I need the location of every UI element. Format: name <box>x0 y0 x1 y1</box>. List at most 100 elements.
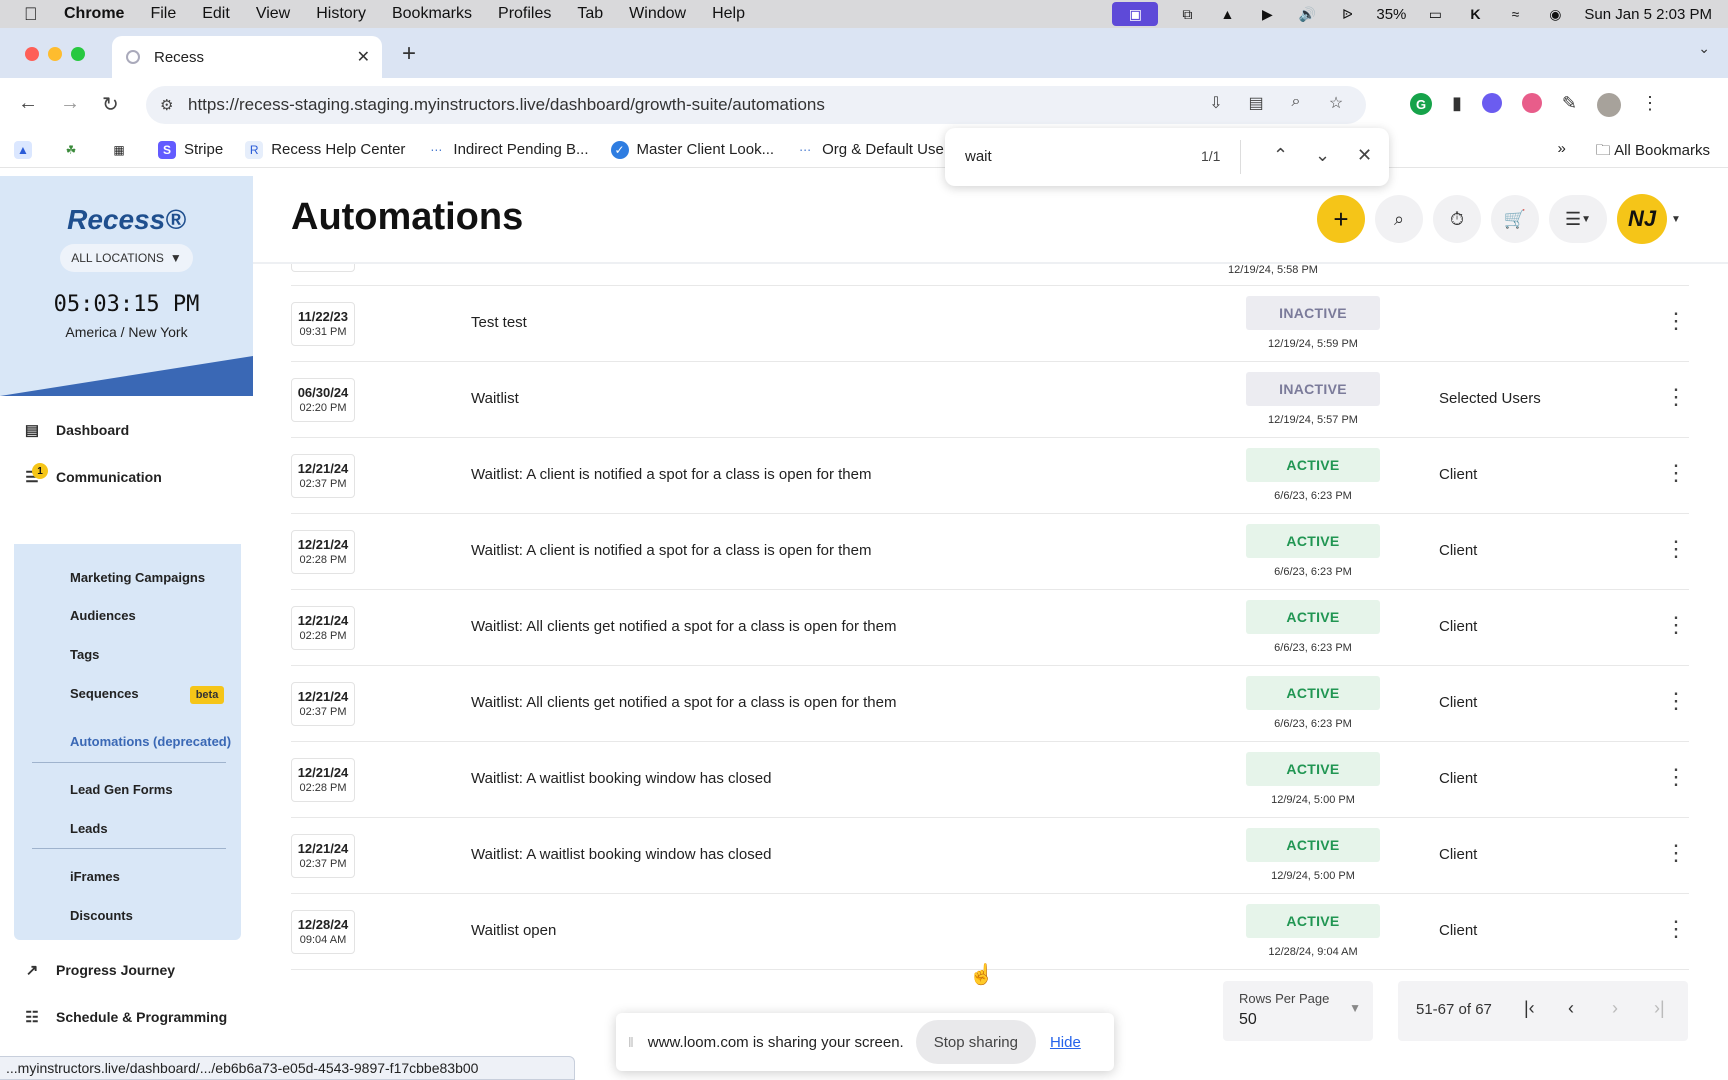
nav-growth-suite[interactable]: ➤ Growth Suite <box>24 515 145 535</box>
row-menu-icon[interactable]: ⋮ <box>1665 918 1687 940</box>
locations-dropdown[interactable]: ALL LOCATIONS ▼ <box>60 244 193 272</box>
bookmark-apps[interactable]: ▦ <box>110 141 136 159</box>
add-automation-button[interactable]: + <box>1317 195 1365 243</box>
menu-tab[interactable]: Tab <box>577 5 603 23</box>
more-bookmarks-icon[interactable]: » <box>1557 140 1565 165</box>
k-app-icon[interactable]: K <box>1464 5 1486 23</box>
battery-icon[interactable]: ▭ <box>1424 5 1446 23</box>
bookmark-palm[interactable]: ☘ <box>62 141 88 159</box>
sub-audiences[interactable]: Audiences <box>70 608 136 623</box>
forward-icon[interactable]: → <box>60 92 80 115</box>
address-bar[interactable]: ⚙ https://recess-staging.staging.myinstr… <box>146 86 1366 124</box>
play-icon[interactable]: ▶ <box>1256 5 1278 23</box>
table-row[interactable]: 12/21/24 02:37 PM Waitlist: All clients g… <box>291 666 1689 742</box>
table-row[interactable]: 12/21/24 02:37 PM Waitlist: A client is n… <box>291 438 1689 514</box>
recess-logo[interactable]: Recess® <box>0 204 253 236</box>
bookmark-ext-icon[interactable]: ▮ <box>1452 93 1462 117</box>
menu-edit[interactable]: Edit <box>202 5 230 23</box>
table-row[interactable]: 12/21/24 02:37 PM Waitlist: A waitlist bo… <box>291 818 1689 894</box>
automation-name[interactable]: Waitlist: All clients get notified a spo… <box>471 694 896 711</box>
bookmark-rocket[interactable]: ▲ <box>14 140 40 159</box>
table-row[interactable]: 12/28/24 09:04 AM Waitlist open ACTIVE 12… <box>291 894 1689 970</box>
close-tab-icon[interactable]: ✕ <box>357 47 370 67</box>
sub-tags[interactable]: Tags <box>70 647 99 662</box>
cart-button[interactable]: 🛒 <box>1491 195 1539 243</box>
wifi-icon[interactable]: ≈ <box>1504 5 1526 23</box>
row-menu-icon[interactable]: ⋮ <box>1665 538 1687 560</box>
close-window-icon[interactable] <box>25 47 39 61</box>
bookmark-stripe[interactable]: S Stripe <box>158 140 223 159</box>
timer-button[interactable]: ⏱ <box>1433 195 1481 243</box>
sub-lead-gen-forms[interactable]: Lead Gen Forms <box>70 782 173 797</box>
automation-name[interactable]: Test test <box>471 314 527 331</box>
user-avatar[interactable]: NJ <box>1617 194 1667 244</box>
row-menu-icon[interactable]: ⋮ <box>1665 766 1687 788</box>
install-app-icon[interactable]: ⇩ <box>1204 93 1228 113</box>
find-input[interactable]: wait <box>965 148 992 165</box>
bookmark-master-client[interactable]: ✓ Master Client Look... <box>610 140 774 159</box>
sub-discounts[interactable]: Discounts <box>70 908 133 923</box>
rows-per-page-select[interactable]: Rows Per Page 50 ▼ <box>1223 981 1373 1041</box>
menu-help[interactable]: Help <box>712 5 745 23</box>
site-info-icon[interactable]: ⚙ <box>160 96 173 114</box>
control-center-icon[interactable]: ◉ <box>1544 5 1566 23</box>
nav-communication[interactable]: ☰ 1 Communication <box>22 463 162 487</box>
windows-icon[interactable]: ⧉ <box>1176 5 1198 23</box>
purple-ext-icon[interactable] <box>1481 93 1502 113</box>
automation-name[interactable]: Waitlist: A waitlist booking window has … <box>471 846 771 863</box>
reading-mode-icon[interactable]: ▤ <box>1244 93 1268 113</box>
table-row[interactable]: 12/21/24 02:28 PM Waitlist: A waitlist bo… <box>291 742 1689 818</box>
browser-tab[interactable]: Recess ✕ <box>112 36 382 78</box>
user-caret-icon[interactable]: ▼ <box>1671 214 1681 225</box>
find-close-icon[interactable]: ✕ <box>1357 145 1372 166</box>
nav-dashboard[interactable]: ▤ Dashboard <box>22 420 129 440</box>
reload-icon[interactable]: ↻ <box>102 92 119 117</box>
bookmark-help-center[interactable]: R Recess Help Center <box>245 140 405 159</box>
chrome-menu-icon[interactable]: ⋮ <box>1641 93 1659 117</box>
bookmark-indirect-pending[interactable]: ⋯ Indirect Pending B... <box>427 141 588 159</box>
row-menu-icon[interactable]: ⋮ <box>1665 386 1687 408</box>
row-menu-icon[interactable]: ⋮ <box>1665 842 1687 864</box>
tab-search-chevron-icon[interactable]: ⌄ <box>1698 40 1710 57</box>
sub-iframes[interactable]: iFrames <box>70 869 120 884</box>
extensions-puzzle-icon[interactable]: ✎ <box>1562 93 1577 117</box>
table-row[interactable]: 12/21/24 02:28 PM Waitlist: A client is n… <box>291 514 1689 590</box>
automation-name[interactable]: Waitlist open <box>471 922 556 939</box>
hide-link[interactable]: Hide <box>1050 1034 1081 1051</box>
back-icon[interactable]: ← <box>18 92 38 115</box>
bookmark-org-default[interactable]: ⋯ Org & Default Use <box>796 141 944 159</box>
automation-name[interactable]: Waitlist: A waitlist booking window has … <box>471 770 771 787</box>
automation-name[interactable]: Waitlist: All clients get notified a spo… <box>471 618 896 635</box>
menu-window[interactable]: Window <box>629 5 686 23</box>
bookmark-star-icon[interactable]: ☆ <box>1324 93 1348 113</box>
prev-page-icon[interactable]: ‹ <box>1568 998 1574 1019</box>
nav-progress-journey[interactable]: ↗ Progress Journey <box>22 960 175 980</box>
apple-icon[interactable]:  <box>24 4 44 25</box>
pink-ext-icon[interactable] <box>1521 93 1542 113</box>
search-button[interactable]: ⌕ <box>1375 195 1423 243</box>
menu-profiles[interactable]: Profiles <box>498 5 551 23</box>
next-page-icon[interactable]: › <box>1612 998 1618 1019</box>
minimize-window-icon[interactable] <box>48 47 62 61</box>
table-row[interactable]: 12/21/24 02:28 PM Waitlist: All clients g… <box>291 590 1689 666</box>
row-menu-icon[interactable]: ⋮ <box>1665 462 1687 484</box>
first-page-icon[interactable]: |‹ <box>1524 998 1535 1019</box>
menu-history[interactable]: History <box>316 5 366 23</box>
menu-file[interactable]: File <box>150 5 176 23</box>
find-prev-icon[interactable]: ⌃ <box>1273 145 1288 166</box>
sub-automations[interactable]: Automations (deprecated) <box>70 734 231 749</box>
drive-icon[interactable]: ▲ <box>1216 5 1238 23</box>
volume-icon[interactable]: 🔊 <box>1296 5 1318 23</box>
nav-schedule[interactable]: ☷ Schedule & Programming <box>22 1007 227 1027</box>
screen-share-icon[interactable]: ▣ <box>1112 2 1159 26</box>
grammarly-icon[interactable]: G <box>1410 93 1432 115</box>
table-row[interactable]: 06/30/24 02:20 PM Waitlist INACTIVE 12/19… <box>291 362 1689 438</box>
automation-name[interactable]: Waitlist: A client is notified a spot fo… <box>471 542 871 559</box>
row-menu-icon[interactable]: ⋮ <box>1665 614 1687 636</box>
row-menu-icon[interactable]: ⋮ <box>1665 310 1687 332</box>
find-next-icon[interactable]: ⌄ <box>1315 145 1330 166</box>
new-tab-icon[interactable]: + <box>402 40 416 68</box>
bluetooth-icon[interactable]: ᐉ <box>1336 5 1358 23</box>
drag-handle-icon[interactable]: ‖ <box>628 1034 634 1050</box>
table-row[interactable]: 11/22/23 09:31 PM Test test INACTIVE 12/1… <box>291 286 1689 362</box>
